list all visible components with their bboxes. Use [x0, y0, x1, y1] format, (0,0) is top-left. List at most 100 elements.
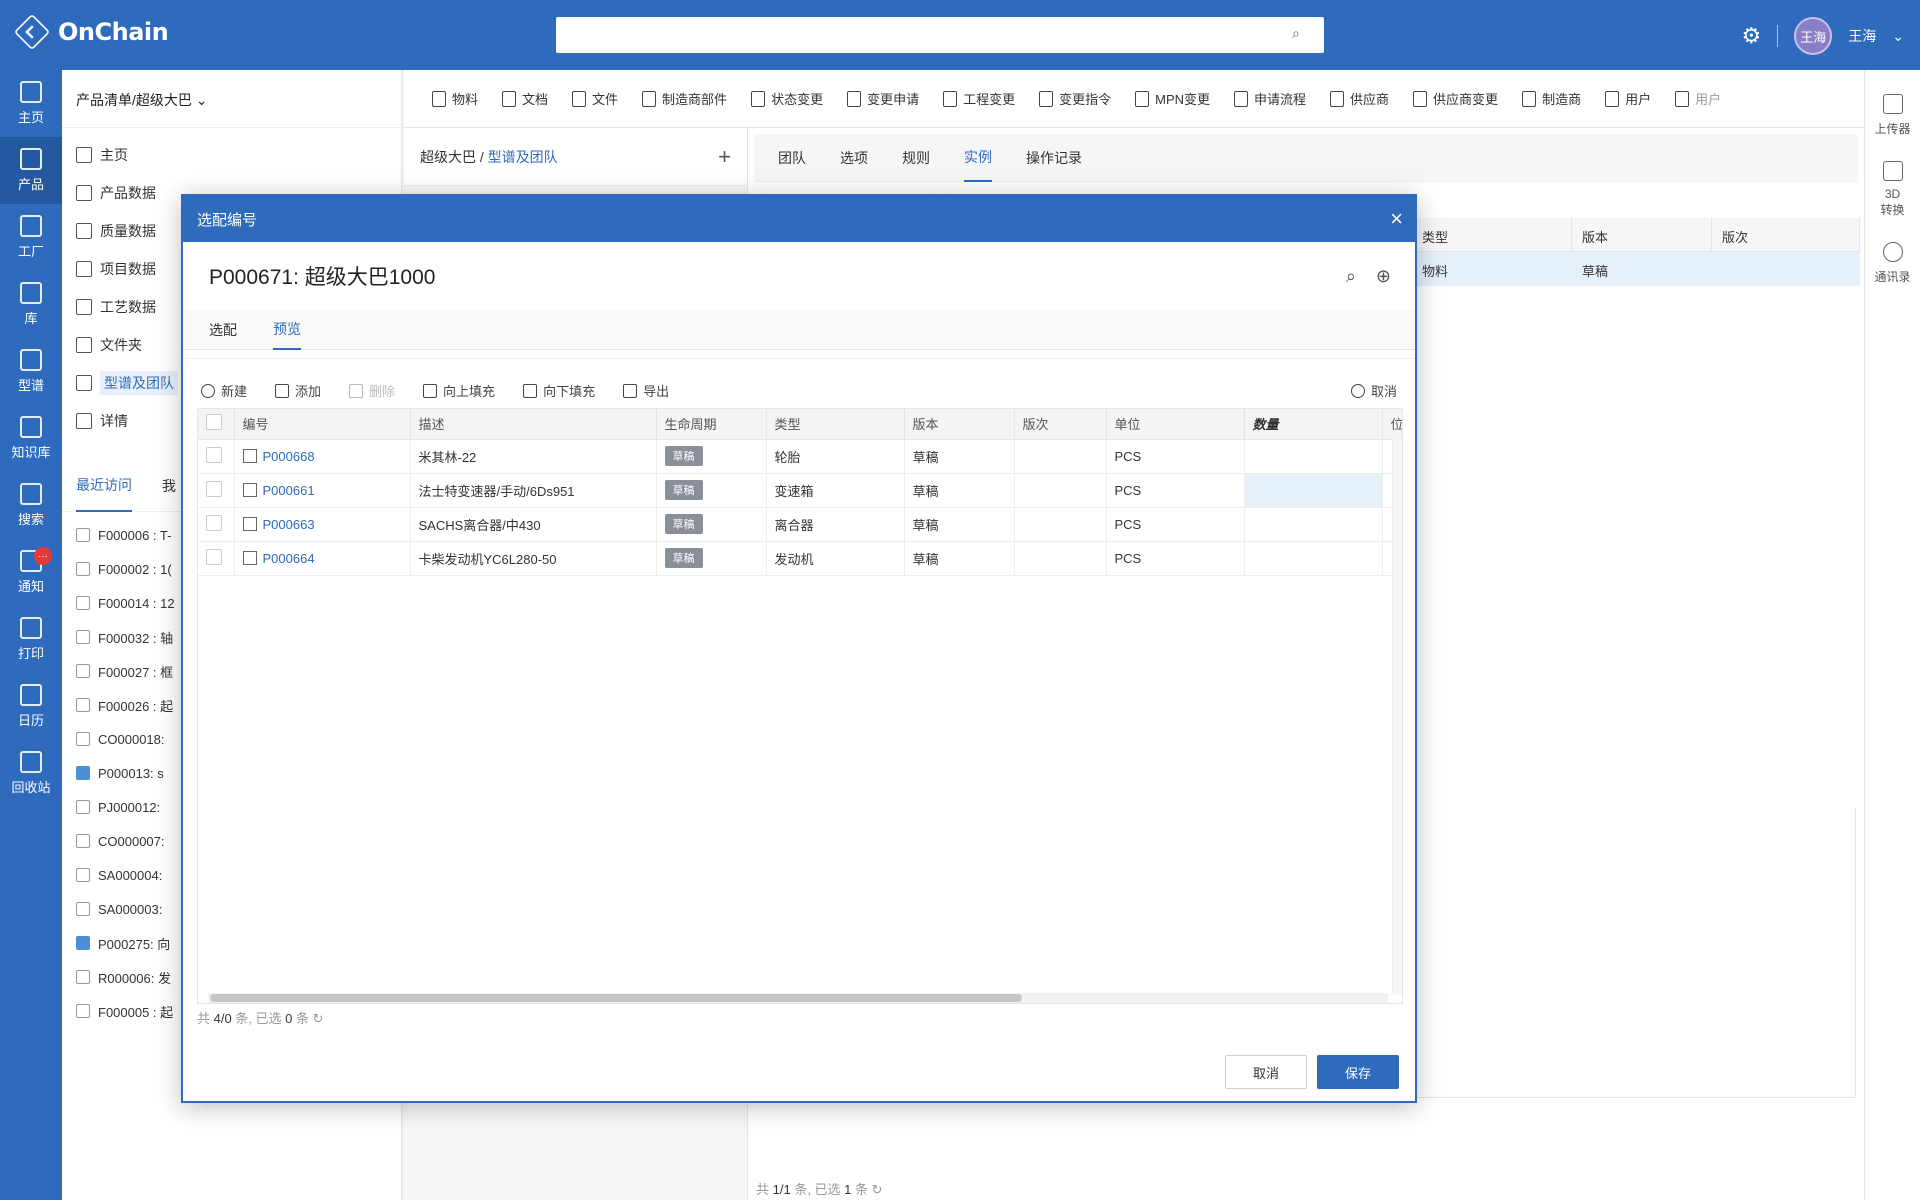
tab-recent[interactable]: 最近访问 [76, 460, 132, 512]
toolbar-mfr-part[interactable]: 制造商部件 [630, 89, 739, 108]
col-type[interactable]: 类型 [1412, 218, 1572, 251]
toolbar-apply-flow[interactable]: 申请流程 [1222, 89, 1318, 108]
cell-quantity[interactable] [1244, 541, 1383, 576]
fill-up-button[interactable]: 向上填充 [423, 381, 495, 400]
col-version[interactable]: 版本 [1572, 218, 1712, 251]
cell-code[interactable]: P000668 [234, 439, 411, 474]
toolbar-document[interactable]: 文档 [490, 89, 560, 108]
row-checkbox[interactable] [198, 439, 235, 474]
cell-quantity[interactable] [1244, 507, 1383, 542]
table-row[interactable]: P000663 SACHS离合器/中430 草稿 离合器 草稿 PCS [198, 507, 1402, 542]
select-all-checkbox[interactable] [198, 409, 235, 440]
tab-preview[interactable]: 预览 [273, 310, 301, 350]
toolbar-change-order[interactable]: 变更指令 [1027, 89, 1123, 108]
table-row[interactable]: 物料 草稿 [1412, 252, 1860, 286]
col-quantity[interactable]: 数量 [1244, 409, 1383, 440]
table-row[interactable]: P000664 卡柴发动机YC6L280-50 草稿 发动机 草稿 PCS [198, 541, 1402, 576]
refresh-icon[interactable]: ↻ [872, 1182, 883, 1197]
save-button[interactable]: 保存 [1317, 1055, 1399, 1089]
nav-recycle[interactable]: 回收站 [0, 740, 62, 807]
uploader-button[interactable]: 上传器 [1865, 94, 1920, 137]
toolbar-supplier[interactable]: 供应商 [1318, 89, 1401, 108]
col-revision[interactable]: 版次 [1014, 409, 1107, 440]
user-name[interactable]: 王海 [1848, 26, 1876, 46]
scrollbar-thumb[interactable] [210, 994, 1022, 1002]
nav-model-spectrum[interactable]: 型谱 [0, 338, 62, 405]
cancel-selection-button[interactable]: 取消 [1350, 381, 1397, 400]
col-code[interactable]: 编号 [234, 409, 411, 440]
code-link[interactable]: P000661 [263, 483, 315, 498]
menu-home[interactable]: 主页 [62, 136, 401, 174]
cell-code[interactable]: P000661 [234, 473, 411, 508]
col-lifecycle[interactable]: 生命周期 [656, 409, 767, 440]
nav-print[interactable]: 打印 [0, 606, 62, 673]
cell-quantity[interactable] [1244, 473, 1383, 508]
nav-product[interactable]: 产品 [0, 137, 62, 204]
toolbar-supplier-change[interactable]: 供应商变更 [1401, 89, 1510, 108]
3d-convert-button[interactable]: 3D 转换 [1865, 161, 1920, 218]
tab-mine[interactable]: 我 [162, 460, 176, 512]
cancel-button[interactable]: 取消 [1225, 1055, 1307, 1089]
col-type[interactable]: 类型 [766, 409, 905, 440]
fill-down-button[interactable]: 向下填充 [523, 381, 595, 400]
code-link[interactable]: P000664 [263, 551, 315, 566]
tree-current[interactable]: 型谱及团队 [488, 149, 558, 165]
new-button[interactable]: 新建 [201, 381, 247, 400]
col-version[interactable]: 版本 [904, 409, 1015, 440]
code-link[interactable]: P000668 [263, 449, 315, 464]
search-icon[interactable]: ⌕ [1292, 25, 1312, 45]
cell-code[interactable]: P000663 [234, 507, 411, 542]
tab-instances[interactable]: 实例 [964, 134, 992, 182]
nav-search[interactable]: 搜索 [0, 472, 62, 539]
nav-calendar[interactable]: 日历 [0, 673, 62, 740]
toolbar-user[interactable]: 用户 [1593, 89, 1663, 108]
toolbar-mpn-change[interactable]: MPN变更 [1123, 89, 1222, 108]
toolbar-material[interactable]: 物料 [420, 89, 490, 108]
tab-team[interactable]: 团队 [778, 134, 806, 182]
toolbar-file[interactable]: 文件 [560, 89, 630, 108]
row-checkbox[interactable] [198, 473, 235, 508]
table-row[interactable]: P000668 米其林-22 草稿 轮胎 草稿 PCS [198, 439, 1402, 474]
global-search-input[interactable]: ⌕ [556, 17, 1324, 53]
nav-knowledge[interactable]: 知识库 [0, 405, 62, 472]
export-button[interactable]: 导出 [623, 381, 669, 400]
nav-factory[interactable]: 工厂 [0, 204, 62, 271]
product-breadcrumb[interactable]: 产品清单/超级大巴 ⌄ [62, 70, 401, 128]
avatar[interactable]: 王海 [1794, 17, 1833, 55]
nav-notify[interactable]: 通知 ··· [0, 539, 62, 606]
add-button[interactable]: 添加 [275, 381, 321, 400]
add-circle-icon[interactable]: ⊕ [1376, 266, 1391, 287]
add-icon[interactable]: + [718, 144, 731, 170]
cell-quantity[interactable] [1244, 439, 1383, 474]
horizontal-scrollbar[interactable] [208, 993, 1388, 1003]
tab-options[interactable]: 选项 [840, 134, 868, 182]
col-revision[interactable]: 版次 [1712, 218, 1860, 251]
tab-rules[interactable]: 规则 [902, 134, 930, 182]
col-unit[interactable]: 单位 [1106, 409, 1245, 440]
nav-home[interactable]: 主页 [0, 70, 62, 137]
delete-button[interactable]: 删除 [349, 381, 395, 400]
tree-root[interactable]: 超级大巴 [420, 149, 476, 165]
code-link[interactable]: P000663 [263, 517, 315, 532]
toolbar-change-request[interactable]: 变更申请 [835, 89, 931, 108]
nav-library[interactable]: 库 [0, 271, 62, 338]
cell-code[interactable]: P000664 [234, 541, 411, 576]
row-checkbox[interactable] [198, 541, 235, 576]
gear-icon[interactable]: ⚙ [1742, 23, 1762, 49]
table-row[interactable]: P000661 法士特变速器/手动/6Ds951 草稿 变速箱 草稿 PCS [198, 473, 1402, 508]
app-logo[interactable]: OnChain [13, 13, 169, 51]
col-position[interactable]: 位 [1382, 409, 1402, 440]
toolbar-status-change[interactable]: 状态变更 [739, 89, 835, 108]
col-description[interactable]: 描述 [410, 409, 657, 440]
tab-oplog[interactable]: 操作记录 [1026, 134, 1082, 182]
tab-configure[interactable]: 选配 [209, 310, 237, 350]
toolbar-user-group[interactable]: 用户 [1663, 89, 1733, 108]
refresh-icon[interactable]: ↻ [313, 1011, 324, 1026]
search-icon[interactable]: ⌕ [1346, 266, 1356, 287]
vertical-scrollbar[interactable] [1392, 439, 1402, 995]
chevron-down-icon[interactable]: ⌄ [1892, 28, 1904, 45]
contacts-button[interactable]: 通讯录 [1865, 242, 1920, 285]
toolbar-manufacturer[interactable]: 制造商 [1510, 89, 1593, 108]
toolbar-eng-change[interactable]: 工程变更 [931, 89, 1027, 108]
close-icon[interactable]: × [1390, 208, 1403, 230]
